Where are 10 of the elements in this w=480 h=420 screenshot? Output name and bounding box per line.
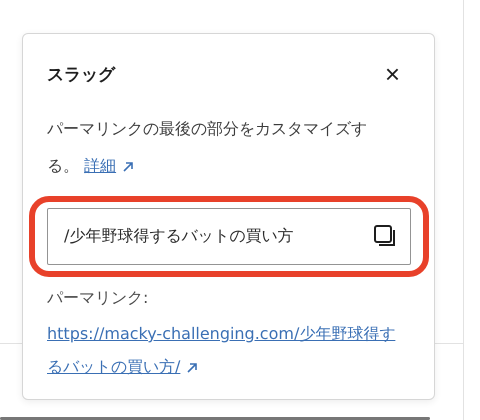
external-link-icon (186, 362, 198, 374)
copy-icon[interactable] (373, 224, 397, 248)
popover-title: スラッグ (47, 64, 115, 86)
description-text: パーマリンクの最後の部分をカスタマイズする。 詳細 (47, 118, 368, 177)
close-button[interactable]: × (376, 61, 408, 87)
permalink-label: パーマリンク: (47, 287, 150, 309)
learn-more-link[interactable]: 詳細 (84, 156, 116, 175)
slug-field[interactable]: /少年野球得するバットの買い方 (47, 208, 411, 265)
permalink-link[interactable]: https://macky-challenging.com/少年野球得するバットの買い方/ (47, 317, 410, 383)
external-link-icon (122, 160, 134, 173)
